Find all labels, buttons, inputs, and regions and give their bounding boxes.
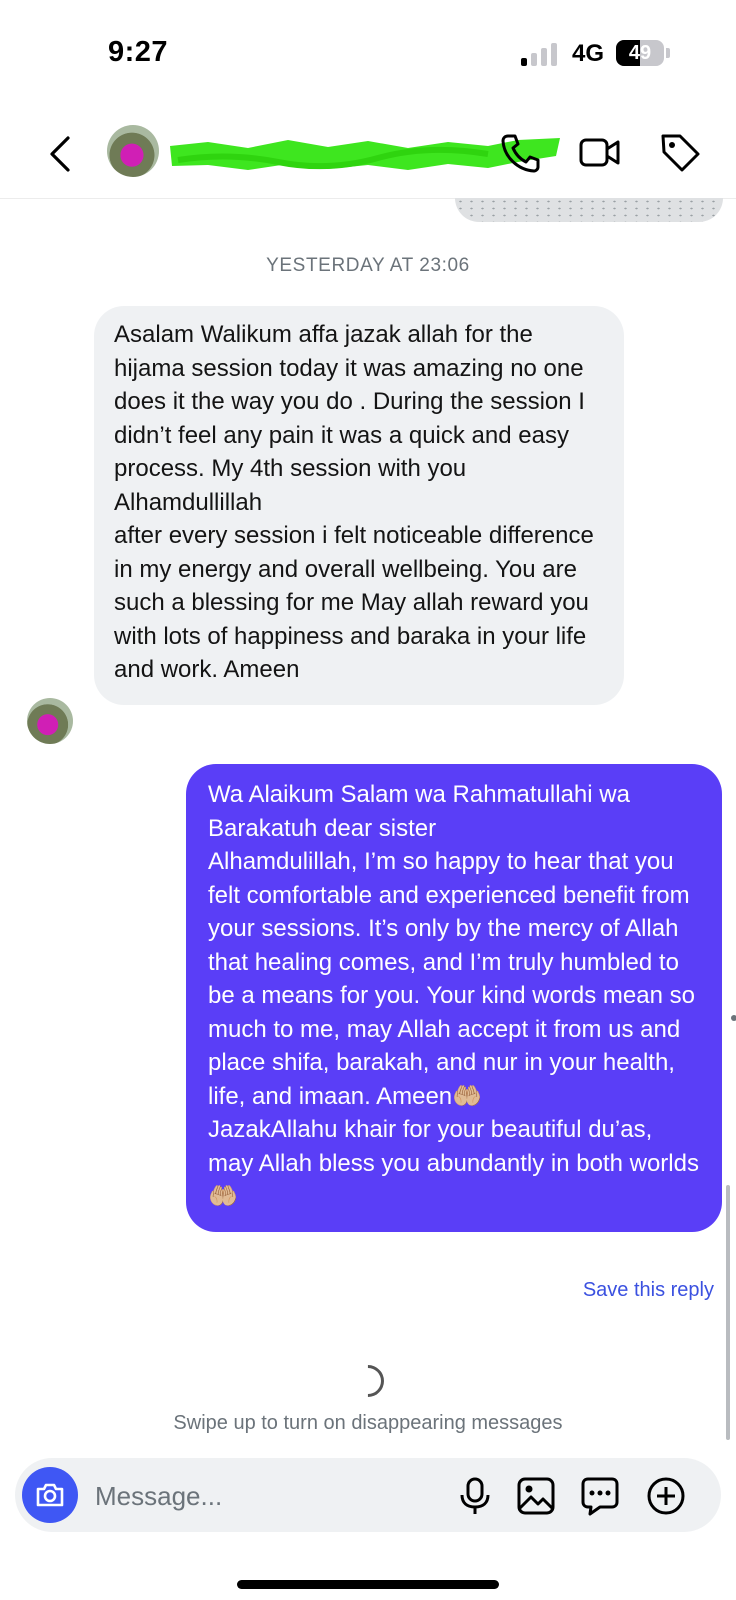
battery-icon: 49 bbox=[616, 40, 664, 66]
video-camera-icon[interactable] bbox=[578, 130, 622, 174]
incoming-message-paragraph: after every session i felt noticeable di… bbox=[114, 522, 594, 683]
network-type: 4G bbox=[572, 40, 605, 67]
loading-spinner-icon bbox=[345, 1358, 391, 1404]
battery-percent: 49 bbox=[628, 42, 652, 64]
contact-avatar[interactable] bbox=[107, 125, 159, 177]
battery-tip bbox=[666, 48, 670, 58]
scrollbar[interactable] bbox=[726, 1185, 730, 1440]
camera-button[interactable] bbox=[22, 1467, 78, 1523]
status-time: 9:27 bbox=[108, 36, 169, 68]
status-bar: 9:27 4G 49 bbox=[0, 0, 736, 100]
plus-circle-icon[interactable] bbox=[646, 1476, 686, 1516]
tag-icon[interactable] bbox=[658, 130, 702, 174]
chat-header bbox=[0, 110, 736, 199]
chat-timestamp: YESTERDAY AT 23:06 bbox=[266, 255, 470, 276]
outgoing-message-paragraph: Wa Alaikum Salam wa Rahmatullahi wa Bara… bbox=[208, 781, 630, 842]
chevron-left-icon[interactable] bbox=[42, 130, 82, 178]
phone-icon[interactable] bbox=[498, 130, 542, 174]
sticker-icon[interactable] bbox=[580, 1476, 620, 1516]
incoming-message-paragraph: Asalam Walikum affa jazak allah for the … bbox=[114, 321, 585, 516]
sender-avatar[interactable] bbox=[27, 698, 73, 744]
incoming-message-bubble[interactable]: Asalam Walikum affa jazak allah for the … bbox=[94, 306, 624, 705]
previous-image-message[interactable] bbox=[455, 198, 723, 222]
disappearing-messages-hint: Swipe up to turn on disappearing message… bbox=[173, 1412, 563, 1434]
message-input[interactable] bbox=[93, 1472, 427, 1520]
gallery-icon[interactable] bbox=[516, 1476, 556, 1516]
camera-icon bbox=[36, 1483, 64, 1507]
cellular-signal-icon bbox=[521, 42, 561, 66]
message-composer bbox=[15, 1458, 721, 1532]
outgoing-message-bubble[interactable]: Wa Alaikum Salam wa Rahmatullahi wa Bara… bbox=[186, 764, 722, 1232]
edge-indicator bbox=[731, 1015, 736, 1021]
save-reply-link[interactable]: Save this reply bbox=[583, 1279, 714, 1302]
outgoing-message-paragraph: JazakAllahu khair for your beautiful du’… bbox=[208, 1116, 699, 1210]
microphone-icon[interactable] bbox=[455, 1476, 495, 1516]
home-indicator[interactable] bbox=[237, 1580, 499, 1589]
outgoing-message-paragraph: Alhamdulillah, I’m so happy to hear that… bbox=[208, 848, 695, 1110]
